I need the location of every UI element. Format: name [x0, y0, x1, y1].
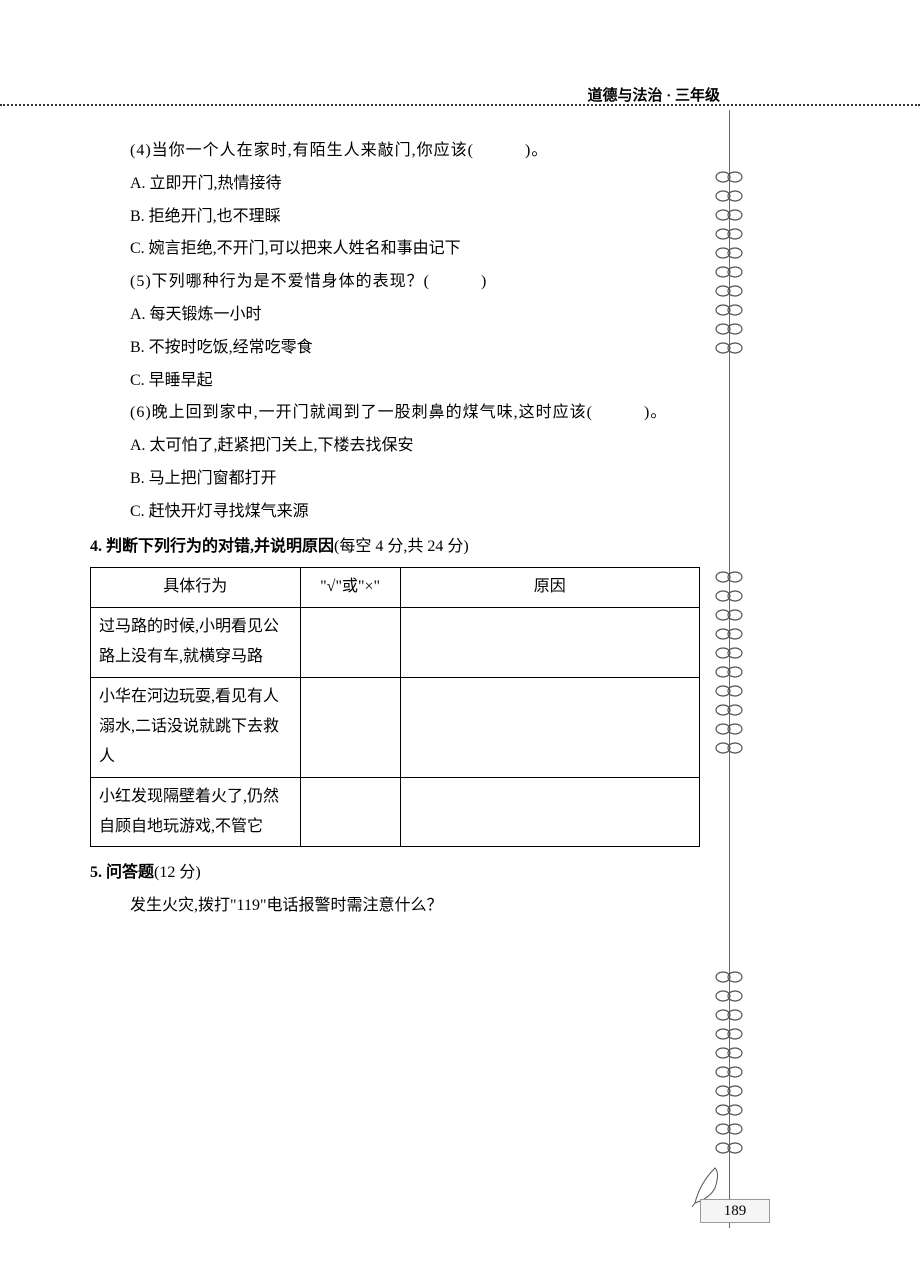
- page-number: 189: [700, 1199, 770, 1223]
- th-mark: "√"或"×": [300, 568, 400, 607]
- worksheet-content: (4)当你一个人在家时,有陌生人来敲门,你应该( )。 A. 立即开门,热情接待…: [90, 135, 710, 923]
- section4-points: (每空 4 分,共 24 分): [334, 538, 469, 555]
- q4-stem: (4)当你一个人在家时,有陌生人来敲门,你应该( )。: [90, 135, 710, 168]
- q4-option-a: A. 立即开门,热情接待: [90, 168, 710, 201]
- q6-option-a: A. 太可怕了,赶紧把门关上,下楼去找保安: [90, 430, 710, 463]
- cell-reason[interactable]: [400, 777, 699, 847]
- page-header: 道德与法治 · 三年级: [587, 84, 720, 105]
- q6-stem: (6)晚上回到家中,一开门就闻到了一股刺鼻的煤气味,这时应该( )。: [90, 397, 710, 430]
- judgment-table: 具体行为 "√"或"×" 原因 过马路的时候,小明看见公路上没有车,就横穿马路 …: [90, 567, 700, 847]
- cell-behavior: 过马路的时候,小明看见公路上没有车,就横穿马路: [91, 607, 301, 677]
- cell-behavior: 小华在河边玩耍,看见有人溺水,二话没说就跳下去救人: [91, 677, 301, 777]
- th-behavior: 具体行为: [91, 568, 301, 607]
- table-row: 过马路的时候,小明看见公路上没有车,就横穿马路: [91, 607, 700, 677]
- header-divider: [0, 104, 920, 106]
- section5-points: (12 分): [154, 864, 201, 881]
- cell-behavior: 小红发现隔壁着火了,仍然自顾自地玩游戏,不管它: [91, 777, 301, 847]
- q6-option-b: B. 马上把门窗都打开: [90, 463, 710, 496]
- section5-heading: 5. 问答题(12 分): [90, 857, 710, 890]
- cell-mark[interactable]: [300, 607, 400, 677]
- q4-option-c: C. 婉言拒绝,不开门,可以把来人姓名和事由记下: [90, 233, 710, 266]
- q5-option-a: A. 每天锻炼一小时: [90, 299, 710, 332]
- table-header-row: 具体行为 "√"或"×" 原因: [91, 568, 700, 607]
- th-reason: 原因: [400, 568, 699, 607]
- q4-option-b: B. 拒绝开门,也不理睬: [90, 201, 710, 234]
- cell-reason[interactable]: [400, 607, 699, 677]
- section5-title: 5. 问答题: [90, 864, 154, 881]
- table-row: 小华在河边玩耍,看见有人溺水,二话没说就跳下去救人: [91, 677, 700, 777]
- spiral-binding-mid: [715, 570, 745, 760]
- q5-option-b: B. 不按时吃饭,经常吃零食: [90, 332, 710, 365]
- cell-reason[interactable]: [400, 677, 699, 777]
- spiral-binding-top: [715, 170, 745, 360]
- table-row: 小红发现隔壁着火了,仍然自顾自地玩游戏,不管它: [91, 777, 700, 847]
- q6-option-c: C. 赶快开灯寻找煤气来源: [90, 496, 710, 529]
- section4-heading: 4. 判断下列行为的对错,并说明原因(每空 4 分,共 24 分): [90, 531, 710, 564]
- spiral-binding-bottom: [715, 970, 745, 1160]
- q5-stem: (5)下列哪种行为是不爱惜身体的表现？( ): [90, 266, 710, 299]
- q5-option-c: C. 早睡早起: [90, 365, 710, 398]
- cell-mark[interactable]: [300, 777, 400, 847]
- section5-question: 发生火灾,拨打"119"电话报警时需注意什么？: [90, 890, 710, 923]
- cell-mark[interactable]: [300, 677, 400, 777]
- section4-title: 4. 判断下列行为的对错,并说明原因: [90, 538, 334, 555]
